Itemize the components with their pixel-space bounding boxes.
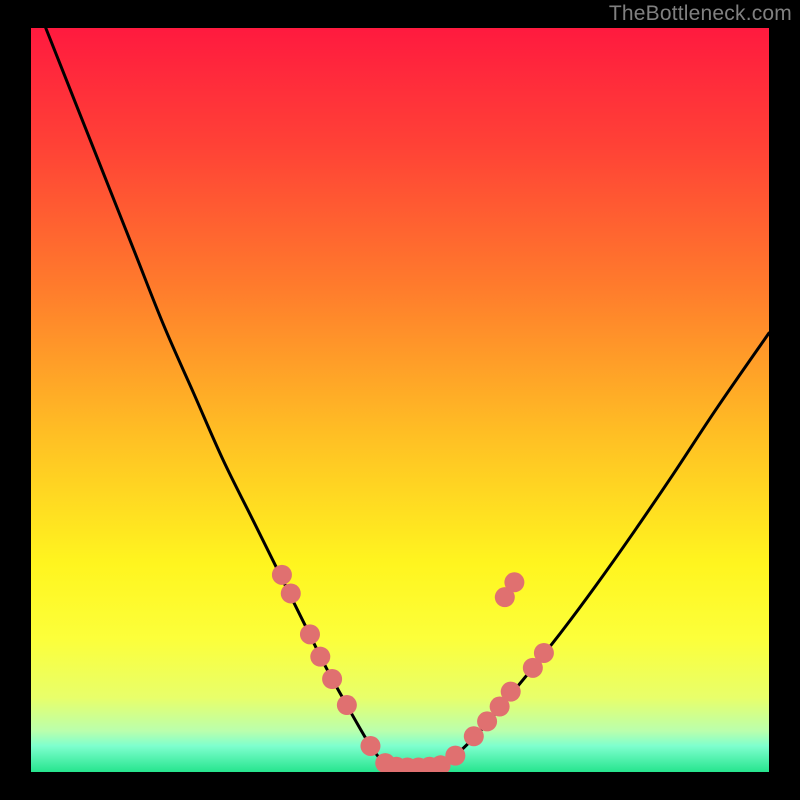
gradient-background [31,28,769,772]
outer-frame: TheBottleneck.com [0,0,800,800]
marker-dot [501,682,521,702]
marker-dot [337,695,357,715]
marker-dot [464,726,484,746]
marker-dot [445,746,465,766]
marker-dot [272,565,292,585]
marker-dot [322,669,342,689]
marker-dot [310,647,330,667]
marker-dot [504,572,524,592]
marker-dot [300,624,320,644]
watermark-text: TheBottleneck.com [609,2,792,26]
chart-svg [31,28,769,772]
marker-dot [534,643,554,663]
marker-dot [360,736,380,756]
plot-area [31,28,769,772]
marker-dot [281,583,301,603]
